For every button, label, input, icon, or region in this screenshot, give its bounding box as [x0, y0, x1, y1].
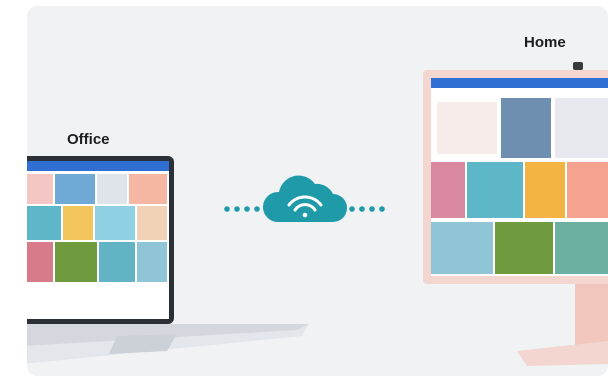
- monitor: [423, 62, 608, 366]
- monitor-gallery: [431, 98, 608, 274]
- scene: [27, 62, 608, 366]
- camera-icon: [573, 62, 583, 70]
- laptop-touchpad: [109, 334, 177, 354]
- wifi-cloud-icon: [262, 175, 347, 222]
- illustration-canvas: Office Home: [27, 6, 608, 376]
- laptop-gallery: [27, 174, 167, 282]
- laptop: [27, 156, 309, 364]
- laptop-toolbar: [27, 161, 169, 171]
- monitor-toolbar: [431, 78, 608, 88]
- monitor-foot: [517, 341, 608, 366]
